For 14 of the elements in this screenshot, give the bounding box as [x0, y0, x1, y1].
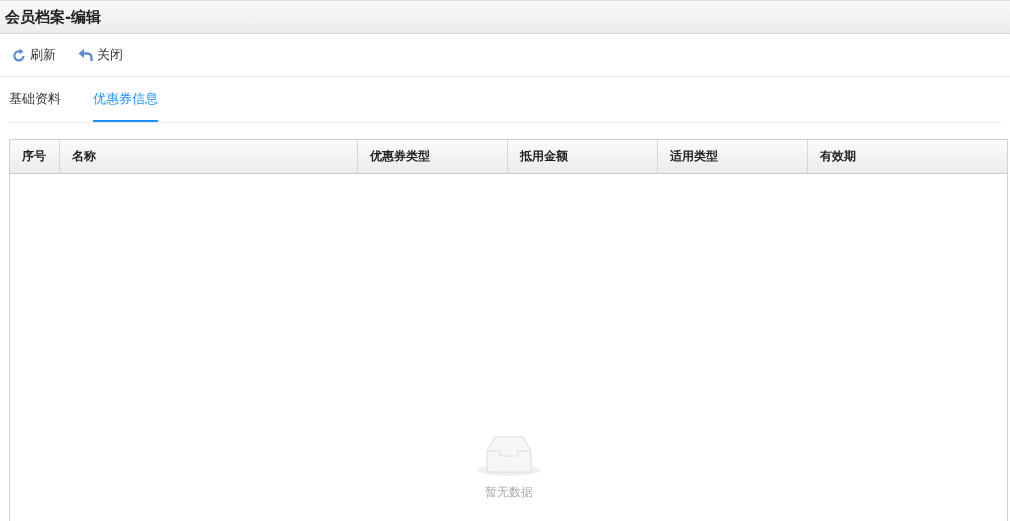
column-header: 抵用金额 — [508, 140, 658, 173]
undo-arrow-icon — [78, 48, 93, 62]
window-title: 会员档案-编辑 — [5, 7, 102, 27]
empty-state-text: 暂无数据 — [484, 484, 533, 501]
refresh-button[interactable]: 刷新 — [12, 46, 56, 64]
column-header: 适用类型 — [658, 140, 808, 173]
tab[interactable]: 基础资料 — [9, 77, 61, 122]
empty-inbox-icon — [475, 434, 542, 476]
column-header: 有效期 — [819, 148, 857, 165]
close-button[interactable]: 关闭 — [78, 46, 123, 64]
refresh-icon — [12, 47, 26, 63]
column-header: 优惠券类型 — [358, 140, 508, 173]
column-header: 名称 — [60, 140, 358, 173]
column-header: 序号 — [10, 140, 60, 173]
